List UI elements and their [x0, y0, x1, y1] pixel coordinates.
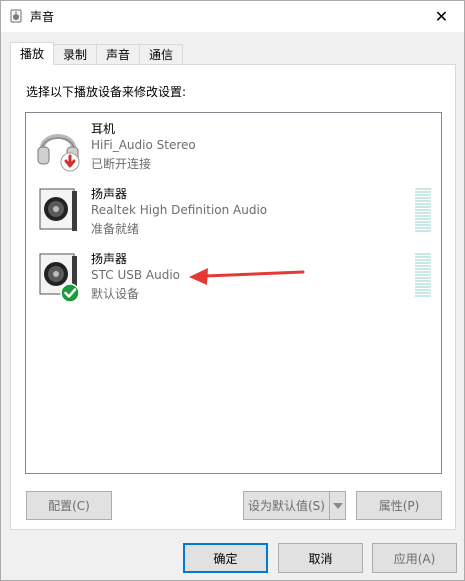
cancel-button[interactable]: 取消: [278, 543, 363, 573]
headphones-icon: [37, 134, 80, 172]
tab-sounds[interactable]: 声音: [96, 44, 141, 65]
device-name: 耳机: [91, 122, 116, 136]
list-item-speaker-realtek[interactable]: 扬声器 Realtek High Definition Audio 准备就绪: [26, 185, 441, 247]
close-icon: ✕: [434, 7, 449, 26]
chevron-down-icon: [332, 502, 343, 509]
speaker-icon: [39, 253, 80, 302]
properties-button[interactable]: 属性(P): [356, 491, 442, 520]
device-description: Realtek High Definition Audio: [91, 203, 268, 217]
device-name: 扬声器: [91, 187, 128, 201]
default-check-badge-icon: [60, 283, 80, 302]
speaker-icon: [39, 188, 77, 231]
device-list[interactable]: 耳机 HiFi_Audio Stereo 已断开连接 扬声器 Realtek H…: [25, 112, 442, 474]
sound-dialog: 声音 ✕ 播放 录制 声音 通信 选择以下播放设备来修改设置: 耳机 HiFi_…: [0, 0, 465, 581]
disconnected-badge-icon: [60, 152, 80, 172]
device-description: HiFi_Audio Stereo: [91, 138, 196, 152]
tab-playback[interactable]: 播放: [10, 42, 55, 65]
list-item-speaker-stc-usb[interactable]: 扬声器 STC USB Audio 默认设备: [26, 250, 441, 312]
device-name: 扬声器: [91, 252, 128, 266]
device-status: 默认设备: [91, 287, 140, 301]
device-status: 准备就绪: [91, 222, 140, 236]
title-bar[interactable]: 声音 ✕: [1, 1, 464, 32]
apply-button[interactable]: 应用(A): [372, 543, 457, 573]
set-default-dropdown[interactable]: [329, 491, 346, 520]
list-item-headphones[interactable]: 耳机 HiFi_Audio Stereo 已断开连接: [26, 120, 441, 182]
tab-communications[interactable]: 通信: [139, 44, 184, 65]
window-title: 声音: [30, 10, 55, 24]
tab-recording[interactable]: 录制: [53, 44, 98, 65]
volume-level-meter: [415, 253, 431, 297]
set-default-button[interactable]: 设为默认值(S): [243, 491, 330, 520]
configure-button[interactable]: 配置(C): [26, 491, 112, 520]
device-status: 已断开连接: [91, 157, 152, 171]
instruction-text: 选择以下播放设备来修改设置:: [26, 85, 187, 99]
ok-button[interactable]: 确定: [183, 543, 268, 573]
close-button[interactable]: ✕: [419, 1, 464, 32]
volume-level-meter: [415, 188, 431, 232]
tab-bar: 播放 录制 声音 通信: [10, 42, 184, 65]
speaker-title-icon: [10, 9, 22, 23]
device-description: STC USB Audio: [91, 268, 180, 282]
playback-panel: 选择以下播放设备来修改设置: 耳机 HiFi_Audio Stereo 已断开连…: [10, 64, 456, 530]
